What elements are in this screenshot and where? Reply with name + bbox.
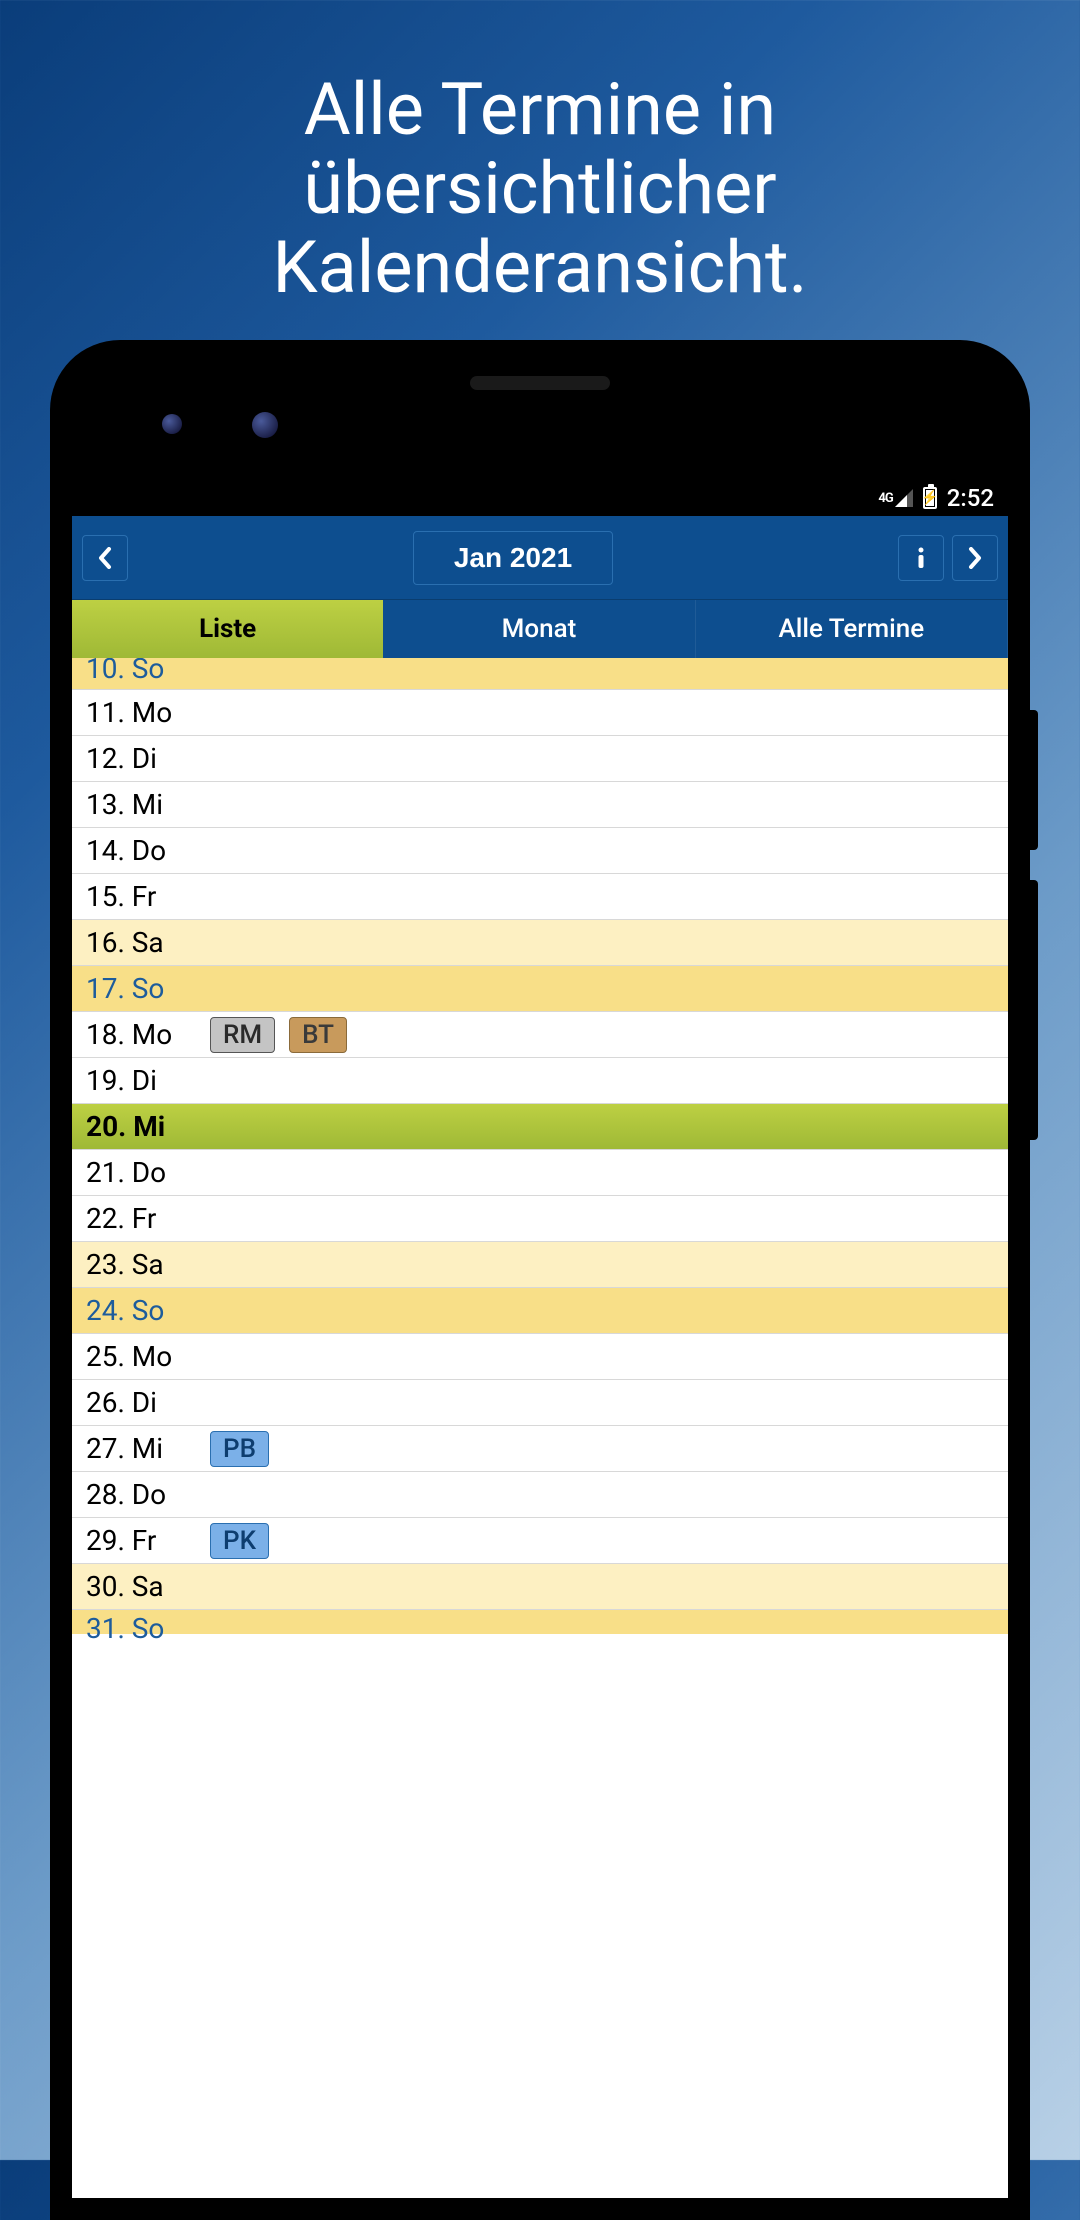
day-row[interactable]: 31. So	[72, 1610, 1008, 1634]
day-label: 18. Mo	[86, 1018, 196, 1051]
day-label: 12. Di	[86, 742, 196, 775]
day-row[interactable]: 24. So	[72, 1288, 1008, 1334]
day-row[interactable]: 26. Di	[72, 1380, 1008, 1426]
day-row[interactable]: 14. Do	[72, 828, 1008, 874]
phone-camera	[162, 414, 182, 434]
day-label: 31. So	[86, 1612, 196, 1645]
day-label: 29. Fr	[86, 1524, 196, 1557]
day-row[interactable]: 12. Di	[72, 736, 1008, 782]
chevron-right-icon	[967, 547, 983, 569]
day-row[interactable]: 20. Mi	[72, 1104, 1008, 1150]
status-bar: 4G 2:52	[72, 480, 1008, 516]
day-row[interactable]: 15. Fr	[72, 874, 1008, 920]
event-badge[interactable]: PB	[210, 1431, 269, 1467]
day-row[interactable]: 22. Fr	[72, 1196, 1008, 1242]
day-label: 20. Mi	[86, 1110, 196, 1143]
phone-camera	[252, 412, 278, 438]
app-header: Jan 2021	[72, 516, 1008, 600]
day-row[interactable]: 19. Di	[72, 1058, 1008, 1104]
day-label: 13. Mi	[86, 788, 196, 821]
day-label: 28. Do	[86, 1478, 196, 1511]
view-tabs: Liste Monat Alle Termine	[72, 600, 1008, 658]
day-label: 30. Sa	[86, 1570, 196, 1603]
day-row[interactable]: 16. Sa	[72, 920, 1008, 966]
day-row[interactable]: 28. Do	[72, 1472, 1008, 1518]
tab-liste[interactable]: Liste	[72, 600, 383, 658]
day-row[interactable]: 18. Mo RM BT	[72, 1012, 1008, 1058]
event-badge[interactable]: BT	[289, 1017, 347, 1053]
day-row[interactable]: 10. So	[72, 658, 1008, 690]
promo-headline: Alle Termine in übersichtlicher Kalender…	[0, 0, 1080, 358]
network-indicator: 4G	[878, 489, 912, 507]
side-button	[1030, 710, 1038, 850]
day-row[interactable]: 23. Sa	[72, 1242, 1008, 1288]
day-row[interactable]: 11. Mo	[72, 690, 1008, 736]
tab-monat[interactable]: Monat	[383, 600, 695, 658]
day-label: 26. Di	[86, 1386, 196, 1419]
battery-icon	[923, 487, 937, 509]
event-badge[interactable]: RM	[210, 1017, 275, 1053]
day-label: 19. Di	[86, 1064, 196, 1097]
day-row[interactable]: 29. Fr PK	[72, 1518, 1008, 1564]
phone-mockup: 4G 2:52 Jan 2021	[50, 340, 1030, 2220]
event-badge[interactable]: PK	[210, 1523, 269, 1559]
day-row[interactable]: 21. Do	[72, 1150, 1008, 1196]
day-label: 27. Mi	[86, 1432, 196, 1465]
day-row[interactable]: 13. Mi	[72, 782, 1008, 828]
day-label: 24. So	[86, 1294, 196, 1327]
day-label: 25. Mo	[86, 1340, 196, 1373]
prev-button[interactable]	[82, 535, 128, 581]
day-label: 23. Sa	[86, 1248, 196, 1281]
day-row[interactable]: 17. So	[72, 966, 1008, 1012]
day-label: 10. So	[86, 658, 196, 685]
phone-screen: 4G 2:52 Jan 2021	[72, 480, 1008, 2198]
day-label: 16. Sa	[86, 926, 196, 959]
day-row[interactable]: 27. Mi PB	[72, 1426, 1008, 1472]
info-icon	[915, 546, 927, 570]
day-label: 17. So	[86, 972, 196, 1005]
next-button[interactable]	[952, 535, 998, 581]
status-time: 2:52	[947, 484, 994, 512]
phone-speaker	[470, 376, 610, 390]
tab-alle-termine[interactable]: Alle Termine	[696, 600, 1008, 658]
day-label: 21. Do	[86, 1156, 196, 1189]
day-label: 14. Do	[86, 834, 196, 867]
info-button[interactable]	[898, 535, 944, 581]
day-label: 15. Fr	[86, 880, 196, 913]
month-picker-button[interactable]: Jan 2021	[413, 531, 613, 585]
day-list[interactable]: 10. So 11. Mo 12. Di 13. Mi 14. Do 15. Fr 16. …	[72, 658, 1008, 2198]
side-button	[1030, 880, 1038, 1140]
day-row[interactable]: 30. Sa	[72, 1564, 1008, 1610]
day-label: 22. Fr	[86, 1202, 196, 1235]
day-row[interactable]: 25. Mo	[72, 1334, 1008, 1380]
signal-icon	[895, 489, 913, 507]
chevron-left-icon	[97, 547, 113, 569]
day-label: 11. Mo	[86, 696, 196, 729]
